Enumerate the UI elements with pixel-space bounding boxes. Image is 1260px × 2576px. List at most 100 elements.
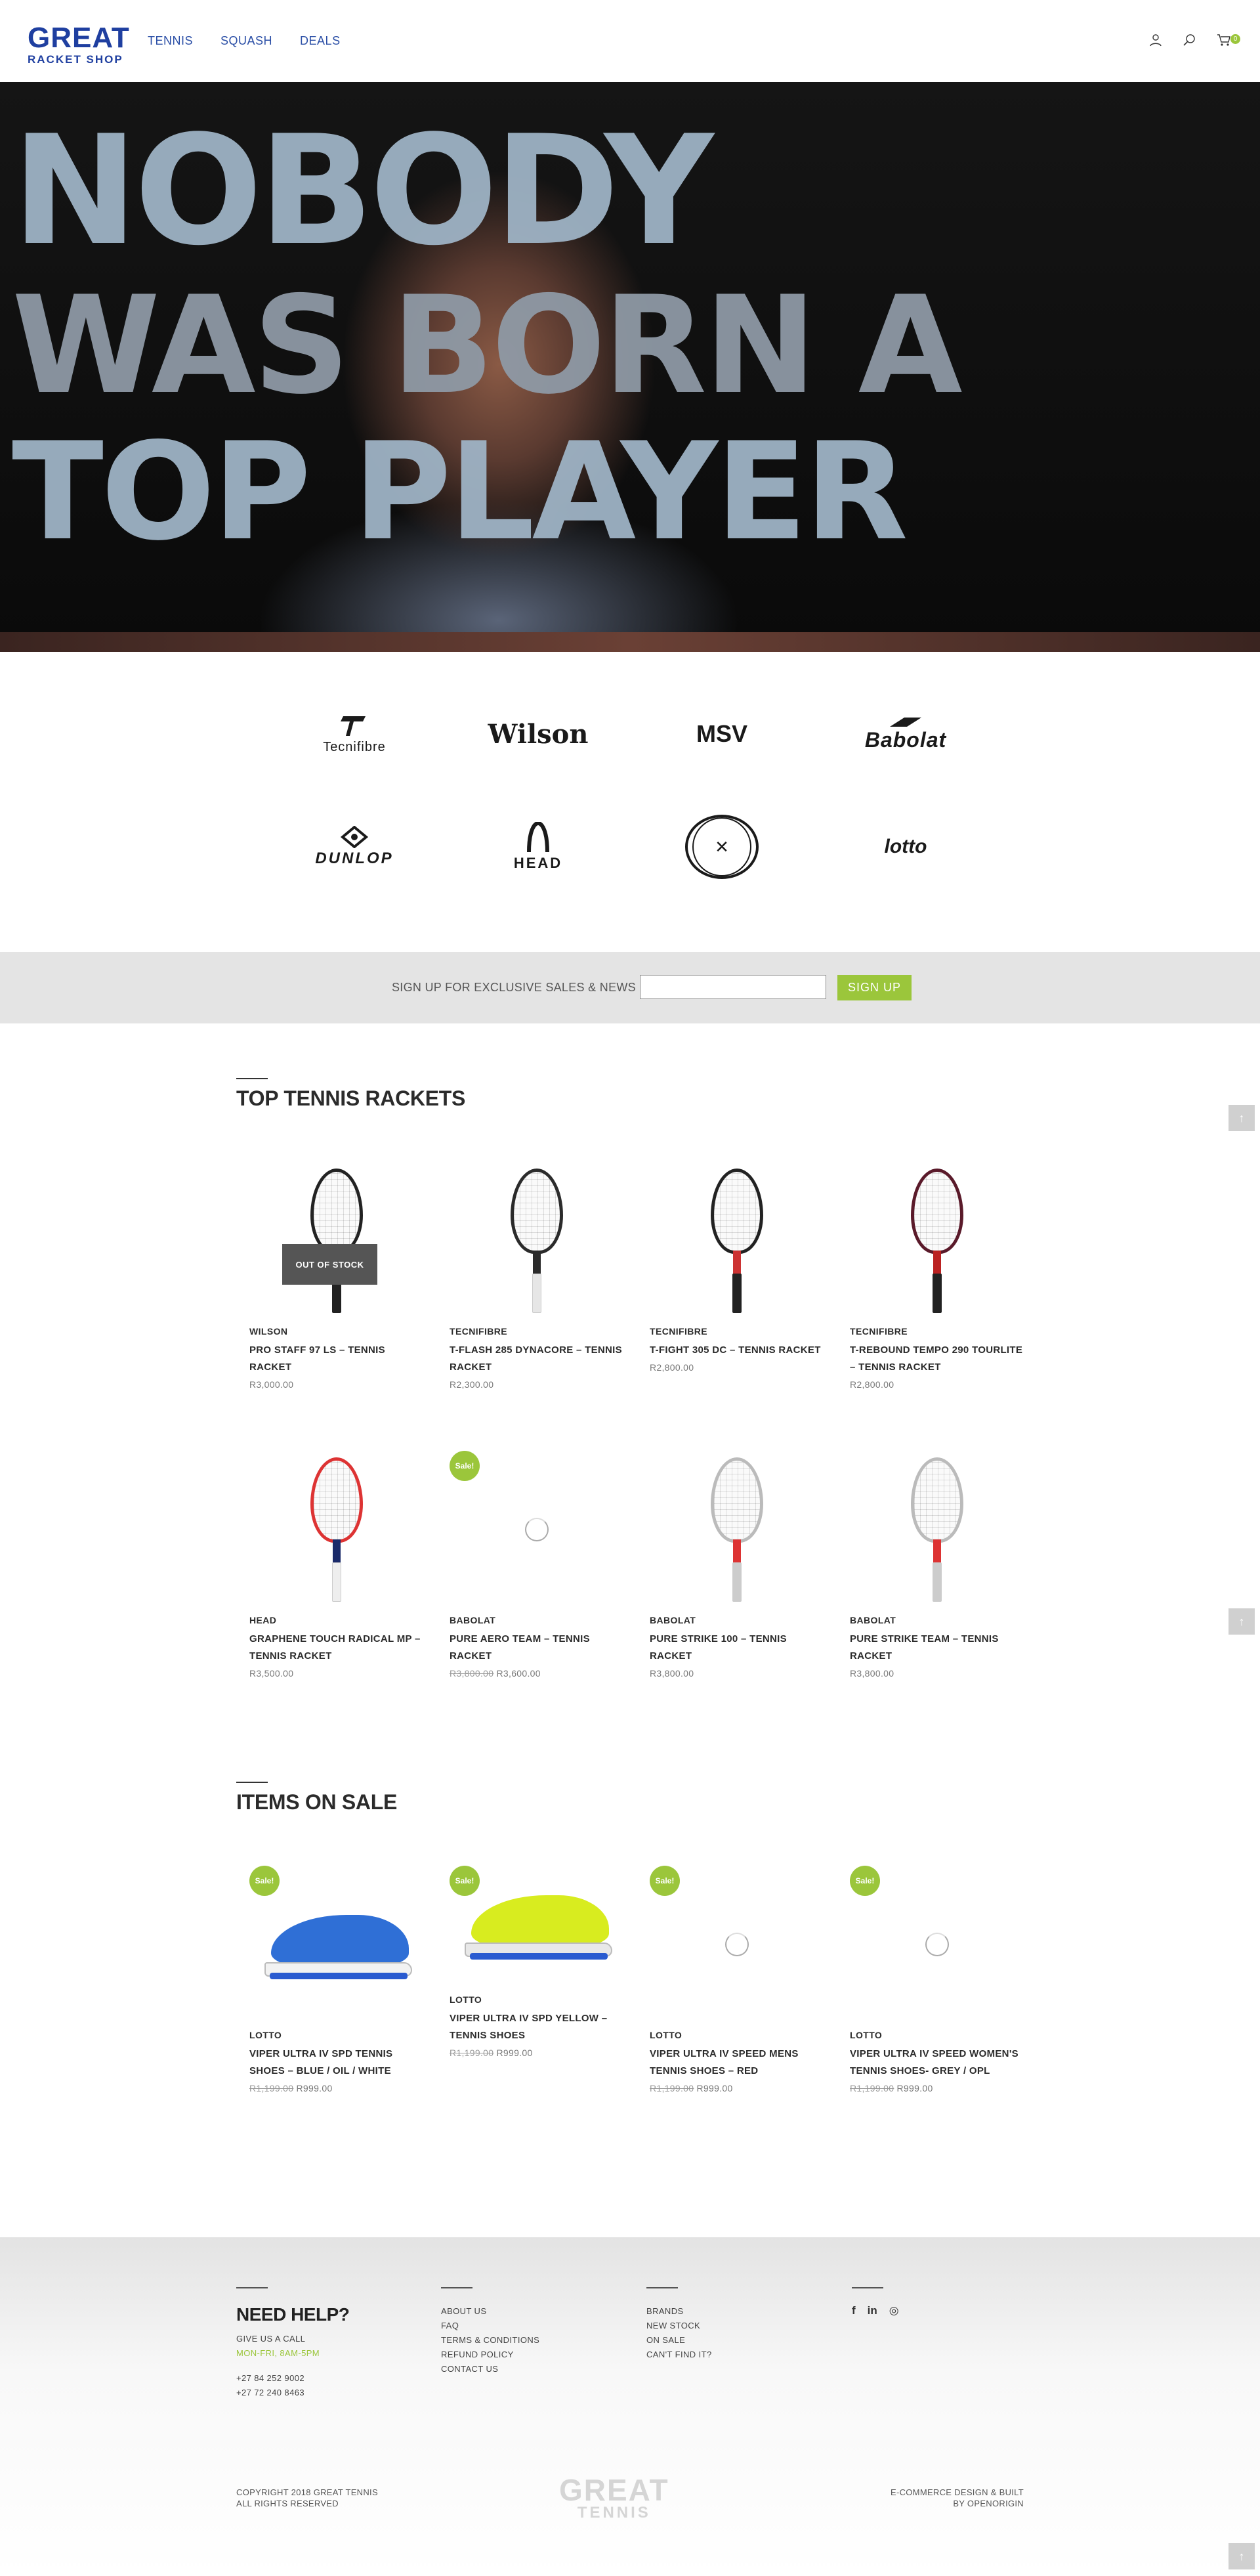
product-title[interactable]: VIPER ULTRA IV SPEED WOMEN'S TENNIS SHOE… xyxy=(850,2048,1018,2076)
hero-line-2: WAS BORN A xyxy=(12,268,963,424)
brand-logo-msv[interactable]: MSV xyxy=(630,708,814,760)
product-price: R2,800.00 xyxy=(850,1379,894,1390)
product-title[interactable]: PURE AERO TEAM – TENNIS RACKET xyxy=(450,1633,590,1662)
loading-spinner-icon xyxy=(925,1933,949,1956)
sale-badge: Sale! xyxy=(850,1866,880,1896)
nav-tennis[interactable]: TENNIS xyxy=(148,34,193,48)
product-image[interactable] xyxy=(850,1457,1024,1602)
product-card[interactable]: Sale! LOTTO VIPER ULTRA IV SPD YELLOW – … xyxy=(436,1866,637,2155)
product-card[interactable]: Sale! LOTTO VIPER ULTRA IV SPEED MENS TE… xyxy=(637,1866,837,2155)
credits: E-COMMERCE DESIGN & BUILT BY OPENORIGIN xyxy=(891,2487,1024,2509)
product-card[interactable]: OUT OF STOCK WILSON PRO STAFF 97 LS – TE… xyxy=(236,1162,436,1451)
product-title[interactable]: PURE STRIKE 100 – TENNIS RACKET xyxy=(650,1633,787,1662)
user-icon[interactable] xyxy=(1148,33,1163,47)
brand-label: DUNLOP xyxy=(315,849,394,867)
product-title-block: VIPER ULTRA IV SPEED WOMEN'S TENNIS SHOE… xyxy=(850,2046,1027,2097)
footer-logo-line-2: TENNIS xyxy=(577,2504,651,2522)
arrow-up-icon: ↑ xyxy=(1238,1111,1245,1125)
product-card[interactable]: HEAD GRAPHENE TOUCH RADICAL MP – TENNIS … xyxy=(236,1451,436,1740)
site-logo[interactable]: GREAT RACKET SHOP xyxy=(28,24,130,66)
footer-divider xyxy=(441,2287,472,2288)
product-image[interactable] xyxy=(249,1872,423,2017)
product-image[interactable] xyxy=(650,1457,824,1602)
product-card[interactable]: TECNIFIBRE T-FLASH 285 DYNACORE – TENNIS… xyxy=(436,1162,637,1451)
brand-label: MSV xyxy=(696,720,747,747)
product-image[interactable] xyxy=(650,1169,824,1313)
product-title[interactable]: T-REBOUND TEMPO 290 TOURLITE – TENNIS RA… xyxy=(850,1344,1022,1373)
section-divider xyxy=(236,1782,268,1783)
product-card[interactable]: TECNIFIBRE T-FIGHT 305 DC – TENNIS RACKE… xyxy=(637,1162,837,1451)
instagram-icon[interactable]: ◎ xyxy=(889,2304,899,2317)
footer-link-terms[interactable]: TERMS & CONDITIONS xyxy=(441,2333,539,2348)
facebook-icon[interactable]: f xyxy=(852,2304,856,2317)
brands-section: Tecnifibre Wilson MSV Babolat DUNLOP HEA… xyxy=(0,652,1260,952)
product-title[interactable]: GRAPHENE TOUCH RADICAL MP – TENNIS RACKE… xyxy=(249,1633,421,1662)
product-card[interactable]: TECNIFIBRE T-REBOUND TEMPO 290 TOURLITE … xyxy=(837,1162,1037,1451)
product-card[interactable]: BABOLAT PURE STRIKE 100 – TENNIS RACKET … xyxy=(637,1451,837,1740)
product-image[interactable] xyxy=(850,1872,1024,2017)
product-title-block: T-FLASH 285 DYNACORE – TENNIS RACKET R2,… xyxy=(450,1342,627,1393)
footer-link-on-sale[interactable]: ON SALE xyxy=(646,2333,712,2348)
nav-squash[interactable]: SQUASH xyxy=(220,34,272,48)
signup-button[interactable]: SIGN UP xyxy=(837,975,912,1000)
section-divider xyxy=(236,1078,268,1079)
product-brand: WILSON xyxy=(249,1326,288,1337)
brand-logo-head[interactable]: HEAD xyxy=(446,821,630,873)
brand-logo-wimbledon[interactable]: ✕ xyxy=(630,815,814,879)
email-input[interactable] xyxy=(640,975,826,999)
product-card[interactable]: Sale! LOTTO VIPER ULTRA IV SPEED WOMEN'S… xyxy=(837,1866,1037,2155)
racket-image xyxy=(504,1169,570,1313)
footer-link-refund[interactable]: REFUND POLICY xyxy=(441,2348,539,2362)
footer-link-new-stock[interactable]: NEW STOCK xyxy=(646,2319,712,2333)
product-title[interactable]: VIPER ULTRA IV SPEED MENS TENNIS SHOES –… xyxy=(650,2048,799,2076)
brand-logo-dunlop[interactable]: DUNLOP xyxy=(262,821,446,873)
scroll-up-button[interactable]: ↑ xyxy=(1228,1105,1255,1131)
product-image[interactable] xyxy=(650,1872,824,2017)
footer-link-about[interactable]: ABOUT US xyxy=(441,2304,539,2319)
brand-logo-wilson[interactable]: Wilson xyxy=(446,708,630,760)
product-image[interactable] xyxy=(249,1169,423,1313)
product-card[interactable]: Sale! LOTTO VIPER ULTRA IV SPD TENNIS SH… xyxy=(236,1866,436,2155)
office-hours: MON-FRI, 8AM-5PM xyxy=(236,2348,320,2358)
product-price: R3,500.00 xyxy=(249,1668,294,1679)
product-card[interactable]: BABOLAT PURE STRIKE TEAM – TENNIS RACKET… xyxy=(837,1451,1037,1740)
footer-logo[interactable]: GREAT TENNIS xyxy=(559,2475,669,2521)
product-title-block: T-FIGHT 305 DC – TENNIS RACKET R2,800.00 xyxy=(650,1342,827,1376)
footer-link-contact[interactable]: CONTACT US xyxy=(441,2362,539,2376)
product-card[interactable]: Sale! BABOLAT PURE AERO TEAM – TENNIS RA… xyxy=(436,1451,637,1740)
scroll-up-button[interactable]: ↑ xyxy=(1228,1608,1255,1635)
product-title[interactable]: T-FLASH 285 DYNACORE – TENNIS RACKET xyxy=(450,1344,622,1373)
product-image[interactable] xyxy=(450,1457,623,1602)
linkedin-icon[interactable]: in xyxy=(868,2304,877,2317)
product-price-row: R1,199.00 R999.00 xyxy=(650,2080,827,2097)
footer-link-cant-find[interactable]: CAN'T FIND IT? xyxy=(646,2348,712,2362)
product-title[interactable]: PURE STRIKE TEAM – TENNIS RACKET xyxy=(850,1633,999,1662)
product-title-block: GRAPHENE TOUCH RADICAL MP – TENNIS RACKE… xyxy=(249,1631,427,1682)
product-image[interactable] xyxy=(450,1169,623,1313)
brand-logo-babolat[interactable]: Babolat xyxy=(814,708,998,760)
logo-line-2: RACKET SHOP xyxy=(28,53,123,66)
product-image[interactable] xyxy=(850,1169,1024,1313)
phone-number[interactable]: +27 84 252 9002 xyxy=(236,2371,349,2386)
product-price-row: R1,199.00 R999.00 xyxy=(249,2080,427,2097)
cart-icon[interactable]: 0 xyxy=(1217,33,1240,47)
nav-deals[interactable]: DEALS xyxy=(300,34,341,48)
old-price: R1,199.00 xyxy=(650,2083,694,2093)
product-title[interactable]: PRO STAFF 97 LS – TENNIS RACKET xyxy=(249,1344,385,1373)
scroll-up-button[interactable]: ↑ xyxy=(1228,2543,1255,2569)
footer-link-faq[interactable]: FAQ xyxy=(441,2319,539,2333)
racket-image xyxy=(304,1169,369,1313)
footer-link-brands[interactable]: BRANDS xyxy=(646,2304,712,2319)
header-icons: 0 xyxy=(1148,33,1240,47)
credit-line-2[interactable]: BY OPENORIGIN xyxy=(891,2498,1024,2509)
product-title[interactable]: VIPER ULTRA IV SPD TENNIS SHOES – BLUE /… xyxy=(249,2048,392,2076)
product-image[interactable] xyxy=(249,1457,423,1602)
phone-number[interactable]: +27 72 240 8463 xyxy=(236,2386,349,2400)
brand-logo-tecnifibre[interactable]: Tecnifibre xyxy=(262,708,446,760)
product-price: R999.00 xyxy=(296,2083,333,2093)
brand-logo-lotto[interactable]: lotto xyxy=(814,821,998,873)
product-title[interactable]: VIPER ULTRA IV SPD YELLOW – TENNIS SHOES xyxy=(450,2013,607,2041)
product-title[interactable]: T-FIGHT 305 DC – TENNIS RACKET xyxy=(650,1344,821,1356)
search-icon[interactable] xyxy=(1183,33,1197,47)
product-price: R999.00 xyxy=(696,2083,733,2093)
